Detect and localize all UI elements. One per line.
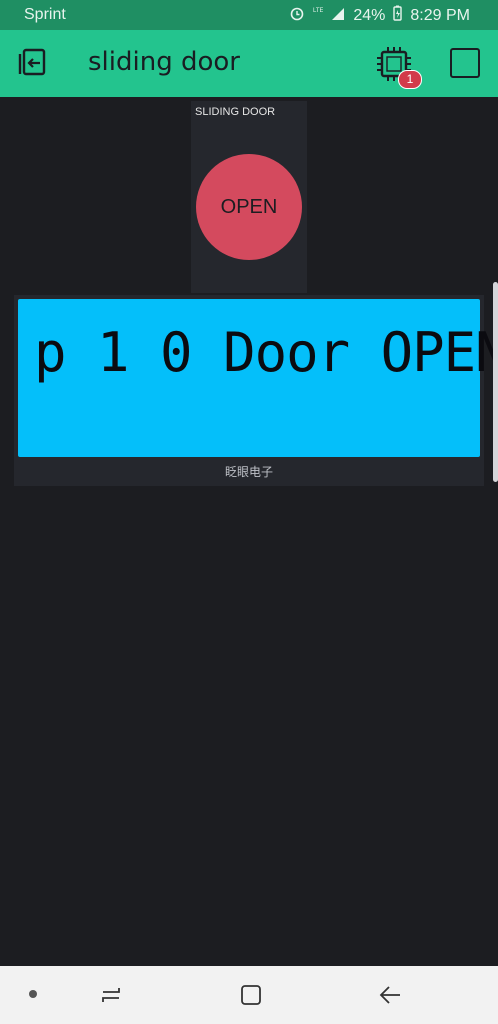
scroll-handle[interactable] — [493, 282, 498, 482]
app-bar: sliding door 1 — [0, 30, 498, 97]
back-icon[interactable] — [378, 984, 402, 1006]
button-widget-label: SLIDING DOOR — [195, 106, 276, 118]
clock-time: 8:29 PM — [410, 6, 470, 24]
status-icons: LTE 24% 8:29 PM — [289, 5, 470, 26]
lte-icon: LTE — [313, 5, 324, 26]
alarm-icon — [289, 5, 305, 26]
recent-apps-icon[interactable] — [99, 984, 123, 1006]
signal-icon — [331, 5, 345, 26]
lcd-line-1: p 1 0 Door OPEN — [34, 321, 498, 384]
carrier-name: Sprint — [24, 6, 66, 23]
home-icon[interactable] — [240, 984, 262, 1006]
svg-text:LTE: LTE — [313, 8, 323, 14]
stop-project-button[interactable] — [450, 48, 480, 78]
button-widget: SLIDING DOOR OPEN — [191, 101, 307, 293]
battery-icon — [393, 5, 403, 26]
lcd-screen: p 1 0 Door OPEN — [18, 299, 498, 457]
exit-icon — [18, 48, 46, 76]
device-badge: 1 — [398, 70, 422, 89]
dot-icon[interactable] — [29, 990, 37, 998]
exit-project-button[interactable] — [18, 46, 52, 80]
page-title: sliding door — [88, 47, 240, 77]
lcd-caption: 眨眼电子 — [224, 465, 273, 479]
open-button[interactable]: OPEN — [196, 154, 302, 260]
system-nav-bar — [0, 966, 498, 1024]
lcd-widget: p 1 0 Door OPEN 眨眼电子 — [14, 295, 498, 486]
status-bar: Sprint LTE 24% 8:29 PM — [0, 0, 498, 30]
battery-percent: 24% — [353, 6, 386, 24]
